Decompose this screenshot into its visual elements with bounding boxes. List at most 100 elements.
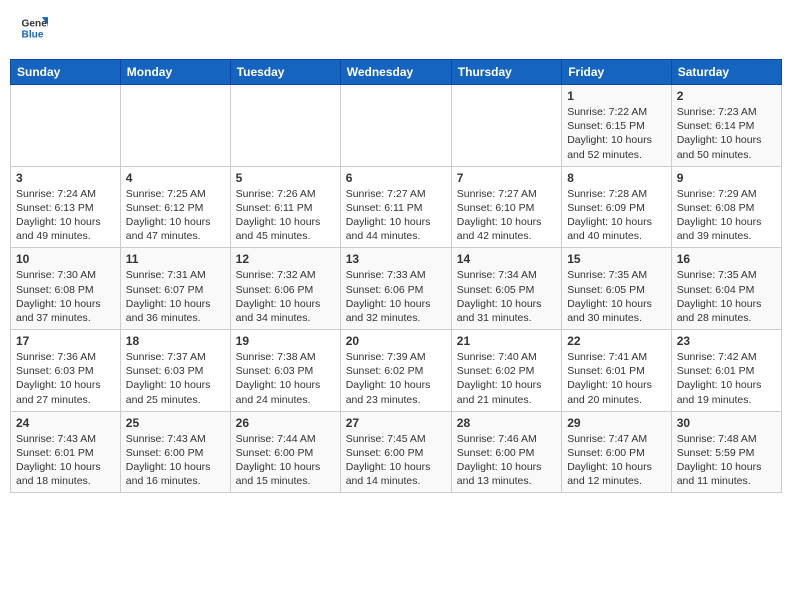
cell-info: Sunrise: 7:34 AM Sunset: 6:05 PM Dayligh… [457, 268, 556, 325]
cell-info: Sunrise: 7:43 AM Sunset: 6:00 PM Dayligh… [126, 432, 225, 489]
svg-text:General: General [22, 18, 48, 29]
calendar-cell: 23 Sunrise: 7:42 AM Sunset: 6:01 PM Dayli… [671, 330, 781, 412]
calendar-body: 1 Sunrise: 7:22 AM Sunset: 6:15 PM Daylig… [11, 85, 782, 493]
cell-date: 29 [567, 416, 666, 430]
calendar-cell [11, 85, 121, 167]
calendar-cell: 17 Sunrise: 7:36 AM Sunset: 6:03 PM Dayli… [11, 330, 121, 412]
cell-date: 3 [16, 171, 115, 185]
weekday-header: Tuesday [230, 60, 340, 85]
cell-info: Sunrise: 7:30 AM Sunset: 6:08 PM Dayligh… [16, 268, 115, 325]
calendar-week-row: 24Sunrise: 7:43 AM Sunset: 6:01 PM Dayli… [11, 411, 782, 493]
cell-info: Sunrise: 7:27 AM Sunset: 6:11 PM Dayligh… [346, 187, 446, 244]
calendar-cell: 14 Sunrise: 7:34 AM Sunset: 6:05 PM Dayli… [451, 248, 561, 330]
cell-info: Sunrise: 7:24 AM Sunset: 6:13 PM Dayligh… [16, 187, 115, 244]
cell-date: 15 [567, 252, 666, 266]
cell-info: Sunrise: 7:27 AM Sunset: 6:10 PM Dayligh… [457, 187, 556, 244]
weekday-header: Friday [562, 60, 672, 85]
calendar-cell: 19Sunrise: 7:38 AM Sunset: 6:03 PM Dayli… [230, 330, 340, 412]
calendar-cell: 15Sunrise: 7:35 AM Sunset: 6:05 PM Dayli… [562, 248, 672, 330]
cell-info: Sunrise: 7:48 AM Sunset: 5:59 PM Dayligh… [677, 432, 776, 489]
calendar-cell [451, 85, 561, 167]
calendar-cell: 30 Sunrise: 7:48 AM Sunset: 5:59 PM Dayli… [671, 411, 781, 493]
calendar-cell: 11 Sunrise: 7:31 AM Sunset: 6:07 PM Dayli… [120, 248, 230, 330]
cell-info: Sunrise: 7:29 AM Sunset: 6:08 PM Dayligh… [677, 187, 776, 244]
calendar-cell: 5 Sunrise: 7:26 AM Sunset: 6:11 PM Daylig… [230, 166, 340, 248]
cell-info: Sunrise: 7:39 AM Sunset: 6:02 PM Dayligh… [346, 350, 446, 407]
weekday-header: Wednesday [340, 60, 451, 85]
calendar-cell [230, 85, 340, 167]
cell-date: 5 [236, 171, 335, 185]
calendar-table: SundayMondayTuesdayWednesdayThursdayFrid… [10, 59, 782, 493]
cell-date: 19 [236, 334, 335, 348]
calendar-week-row: 17 Sunrise: 7:36 AM Sunset: 6:03 PM Dayli… [11, 330, 782, 412]
calendar-cell: 7 Sunrise: 7:27 AM Sunset: 6:10 PM Daylig… [451, 166, 561, 248]
calendar-cell: 16 Sunrise: 7:35 AM Sunset: 6:04 PM Dayli… [671, 248, 781, 330]
cell-date: 18 [126, 334, 225, 348]
cell-date: 14 [457, 252, 556, 266]
calendar-cell: 4 Sunrise: 7:25 AM Sunset: 6:12 PM Daylig… [120, 166, 230, 248]
calendar-cell: 12 Sunrise: 7:32 AM Sunset: 6:06 PM Dayli… [230, 248, 340, 330]
cell-date: 28 [457, 416, 556, 430]
cell-info: Sunrise: 7:37 AM Sunset: 6:03 PM Dayligh… [126, 350, 225, 407]
calendar-cell: 10 Sunrise: 7:30 AM Sunset: 6:08 PM Dayli… [11, 248, 121, 330]
cell-date: 8 [567, 171, 666, 185]
logo: General Blue [18, 14, 48, 47]
cell-info: Sunrise: 7:42 AM Sunset: 6:01 PM Dayligh… [677, 350, 776, 407]
calendar-cell [120, 85, 230, 167]
calendar-cell: 25 Sunrise: 7:43 AM Sunset: 6:00 PM Dayli… [120, 411, 230, 493]
cell-date: 13 [346, 252, 446, 266]
calendar-cell: 20 Sunrise: 7:39 AM Sunset: 6:02 PM Dayli… [340, 330, 451, 412]
cell-info: Sunrise: 7:44 AM Sunset: 6:00 PM Dayligh… [236, 432, 335, 489]
cell-info: Sunrise: 7:25 AM Sunset: 6:12 PM Dayligh… [126, 187, 225, 244]
cell-info: Sunrise: 7:26 AM Sunset: 6:11 PM Dayligh… [236, 187, 335, 244]
calendar-cell: 28 Sunrise: 7:46 AM Sunset: 6:00 PM Dayli… [451, 411, 561, 493]
cell-info: Sunrise: 7:33 AM Sunset: 6:06 PM Dayligh… [346, 268, 446, 325]
cell-date: 11 [126, 252, 225, 266]
calendar-cell: 27 Sunrise: 7:45 AM Sunset: 6:00 PM Dayli… [340, 411, 451, 493]
cell-info: Sunrise: 7:45 AM Sunset: 6:00 PM Dayligh… [346, 432, 446, 489]
cell-info: Sunrise: 7:35 AM Sunset: 6:04 PM Dayligh… [677, 268, 776, 325]
calendar-week-row: 10 Sunrise: 7:30 AM Sunset: 6:08 PM Dayli… [11, 248, 782, 330]
cell-date: 10 [16, 252, 115, 266]
cell-date: 17 [16, 334, 115, 348]
calendar-cell: 3 Sunrise: 7:24 AM Sunset: 6:13 PM Daylig… [11, 166, 121, 248]
cell-date: 6 [346, 171, 446, 185]
cell-date: 26 [236, 416, 335, 430]
calendar-week-row: 3 Sunrise: 7:24 AM Sunset: 6:13 PM Daylig… [11, 166, 782, 248]
cell-info: Sunrise: 7:32 AM Sunset: 6:06 PM Dayligh… [236, 268, 335, 325]
cell-info: Sunrise: 7:23 AM Sunset: 6:14 PM Dayligh… [677, 105, 776, 162]
cell-date: 4 [126, 171, 225, 185]
cell-info: Sunrise: 7:47 AM Sunset: 6:00 PM Dayligh… [567, 432, 666, 489]
cell-info: Sunrise: 7:40 AM Sunset: 6:02 PM Dayligh… [457, 350, 556, 407]
cell-info: Sunrise: 7:46 AM Sunset: 6:00 PM Dayligh… [457, 432, 556, 489]
calendar-cell: 26 Sunrise: 7:44 AM Sunset: 6:00 PM Dayli… [230, 411, 340, 493]
cell-date: 21 [457, 334, 556, 348]
cell-date: 27 [346, 416, 446, 430]
cell-date: 20 [346, 334, 446, 348]
calendar-cell: 8Sunrise: 7:28 AM Sunset: 6:09 PM Daylig… [562, 166, 672, 248]
cell-date: 12 [236, 252, 335, 266]
weekday-header: Thursday [451, 60, 561, 85]
cell-date: 9 [677, 171, 776, 185]
calendar-cell: 21 Sunrise: 7:40 AM Sunset: 6:02 PM Dayli… [451, 330, 561, 412]
logo-icon: General Blue [20, 14, 48, 42]
cell-date: 24 [16, 416, 115, 430]
cell-info: Sunrise: 7:22 AM Sunset: 6:15 PM Dayligh… [567, 105, 666, 162]
page-header: General Blue [10, 10, 782, 51]
calendar-header-row: SundayMondayTuesdayWednesdayThursdayFrid… [11, 60, 782, 85]
calendar-cell: 6 Sunrise: 7:27 AM Sunset: 6:11 PM Daylig… [340, 166, 451, 248]
cell-date: 25 [126, 416, 225, 430]
cell-info: Sunrise: 7:31 AM Sunset: 6:07 PM Dayligh… [126, 268, 225, 325]
calendar-cell: 2Sunrise: 7:23 AM Sunset: 6:14 PM Daylig… [671, 85, 781, 167]
cell-info: Sunrise: 7:36 AM Sunset: 6:03 PM Dayligh… [16, 350, 115, 407]
calendar-cell [340, 85, 451, 167]
cell-date: 1 [567, 89, 666, 103]
cell-info: Sunrise: 7:41 AM Sunset: 6:01 PM Dayligh… [567, 350, 666, 407]
cell-date: 16 [677, 252, 776, 266]
cell-date: 30 [677, 416, 776, 430]
weekday-header: Saturday [671, 60, 781, 85]
cell-date: 23 [677, 334, 776, 348]
cell-date: 7 [457, 171, 556, 185]
cell-date: 22 [567, 334, 666, 348]
calendar-cell: 1 Sunrise: 7:22 AM Sunset: 6:15 PM Daylig… [562, 85, 672, 167]
